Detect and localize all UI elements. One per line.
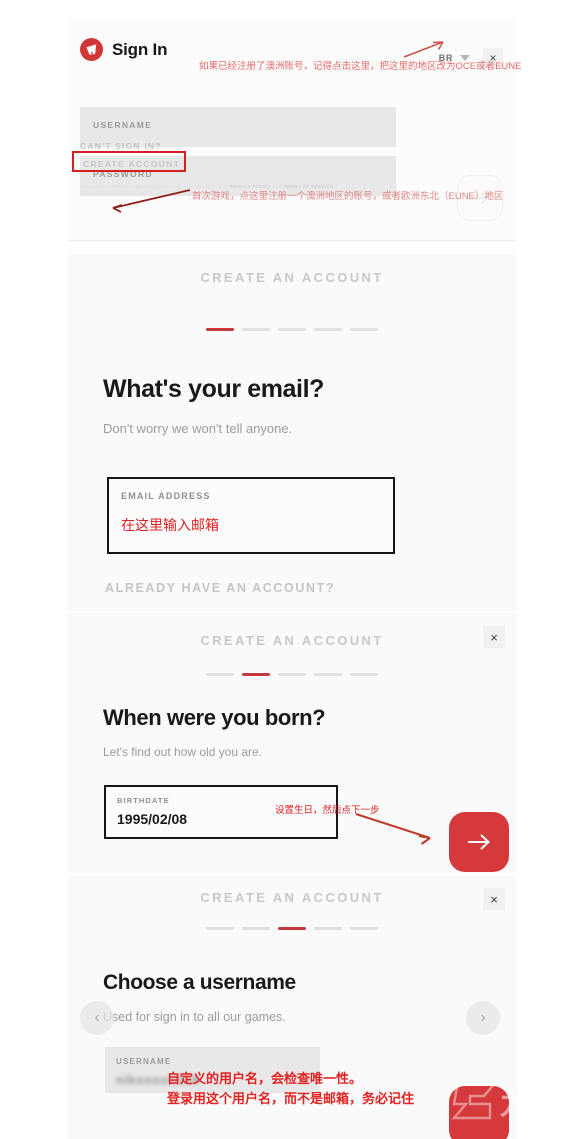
step-segment-4 [314, 927, 342, 930]
create-account-header: CREATE AN ACCOUNT [200, 633, 384, 648]
create-account-annotation-text: 首次游戏，点这里注册一个澳洲地区的账号，或者欧洲东北（EUNE）地区 [192, 191, 504, 202]
close-icon[interactable]: × [483, 626, 505, 648]
step-segment-3 [278, 673, 306, 676]
username-step-heading: Choose a username [103, 971, 296, 994]
username-input-label: USERNAME [93, 120, 153, 130]
step-segment-1 [206, 673, 234, 676]
arrow-right-icon [468, 834, 490, 850]
jiuyou-watermark: 九游 [440, 1072, 580, 1139]
step-indicator [67, 673, 517, 676]
create-account-header: CREATE AN ACCOUNT [200, 890, 384, 905]
step-segment-1 [206, 927, 234, 930]
email-step-subtitle: Don't worry we won't tell anyone. [103, 421, 293, 436]
email-address-input[interactable]: EMAIL ADDRESS 在这里输入邮箱 [107, 477, 395, 554]
create-account-email-panel: CREATE AN ACCOUNT What's your email? Don… [67, 254, 517, 612]
riot-logo-icon [80, 38, 103, 61]
watermark-text: 九游 [500, 1088, 560, 1121]
username-annotation-line-2: 登录用这个用户名，而不是邮箱，务必记住 [167, 1091, 415, 1107]
step-indicator [67, 927, 517, 930]
step-segment-5 [350, 328, 378, 331]
birthdate-annotation-text: 设置生日，然后点下一步 [275, 805, 380, 816]
email-address-label: EMAIL ADDRESS [121, 491, 211, 501]
sign-in-header: Sign In [80, 38, 167, 61]
sign-in-title: Sign In [112, 39, 168, 59]
birthdate-next-button[interactable] [449, 812, 509, 872]
create-account-highlight-box [72, 151, 186, 172]
step-segment-5 [350, 927, 378, 930]
step-segment-1 [206, 328, 234, 331]
step-segment-5 [350, 673, 378, 676]
close-icon[interactable]: × [483, 888, 505, 910]
step-segment-4 [314, 673, 342, 676]
step-indicator [67, 328, 517, 331]
username-annotation-line-1: 自定义的用户名，会检查唯一性。 [167, 1071, 363, 1086]
username-step-subtitle: Used for sign in to all our games. [103, 1010, 286, 1024]
email-step-heading: What's your email? [103, 375, 325, 403]
cant-sign-in-link[interactable]: CAN'T SIGN IN? [80, 141, 162, 151]
screenshot-root: Sign In BR × USERNAME PASSWORD CAN'T SIG… [0, 0, 580, 1139]
step-segment-3 [278, 927, 306, 930]
email-annotation-text: 在这里输入邮箱 [121, 517, 219, 533]
username-choose-label: USERNAME [116, 1057, 172, 1066]
step-segment-2 [242, 328, 270, 331]
step-segment-2 [242, 673, 270, 676]
birthdate-value: 1995/02/08 [117, 811, 188, 827]
chevron-left-icon[interactable]: ‹ [80, 1001, 114, 1035]
birthdate-label: BIRTHDATE [117, 796, 170, 805]
step-segment-2 [242, 927, 270, 930]
sign-in-panel: Sign In BR × USERNAME PASSWORD CAN'T SIG… [67, 20, 517, 241]
create-account-header: CREATE AN ACCOUNT [200, 270, 384, 285]
birthdate-step-heading: When were you born? [103, 705, 326, 730]
chevron-right-icon[interactable]: › [466, 1001, 500, 1035]
step-segment-4 [314, 328, 342, 331]
region-annotation-text: 如果已经注册了澳洲账号，记得点击这里，把这里的地区改为OCE或者EUNE [199, 61, 522, 72]
already-have-account-link[interactable]: ALREADY HAVE AN ACCOUNT? [105, 581, 335, 595]
username-annotation-text: 自定义的用户名，会检查唯一性。 登录用这个用户名，而不是邮箱，务必记住 [167, 1069, 414, 1109]
step-segment-3 [278, 328, 306, 331]
birthdate-step-subtitle: Let's find out how old you are. [103, 745, 263, 759]
